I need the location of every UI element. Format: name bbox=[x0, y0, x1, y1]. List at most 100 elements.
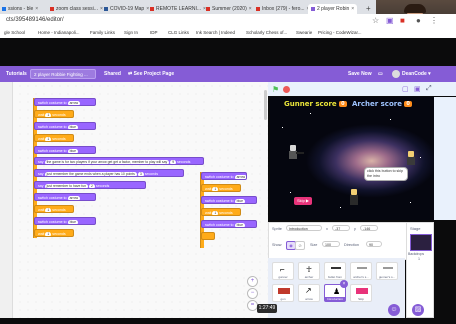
bookmark[interactable]: Family Links bbox=[90, 27, 115, 38]
bookmark[interactable]: Pricing - CodeWizar... bbox=[318, 27, 362, 38]
skip-button[interactable]: Skip ▶ bbox=[294, 197, 312, 205]
profile-icon[interactable]: ● bbox=[416, 15, 421, 26]
sprite-tile[interactable]: gunner's s... bbox=[376, 262, 398, 280]
see-project-page-button[interactable]: ⇄ See Project Page bbox=[128, 66, 174, 82]
y-input[interactable]: -146 bbox=[360, 225, 378, 231]
project-title-input[interactable]: 2 player Robbie Fighting ... bbox=[30, 69, 96, 79]
bookmark[interactable]: Sign In bbox=[124, 27, 138, 38]
sprite-tile[interactable]: ☥ archer bbox=[298, 262, 320, 280]
menu-icon[interactable]: ⋮ bbox=[430, 15, 438, 26]
block-input[interactable]: blue bbox=[67, 219, 78, 224]
size-input[interactable]: 100 bbox=[322, 241, 340, 247]
block-input[interactable]: arrow bbox=[67, 100, 81, 105]
say-block[interactable]: say just remember the game ends when a p… bbox=[34, 169, 184, 177]
code-block[interactable]: switch costume to blue bbox=[201, 220, 257, 228]
new-tab-button[interactable]: + bbox=[366, 4, 371, 14]
block-input[interactable]: 9 bbox=[170, 159, 177, 164]
add-sprite-icon[interactable]: ☺ bbox=[388, 304, 400, 316]
code-block[interactable]: switch costume to blue bbox=[34, 122, 96, 130]
bookmark[interactable]: IDP bbox=[150, 27, 158, 38]
block-input[interactable]: blue bbox=[234, 198, 245, 203]
workspace-scrollbar[interactable] bbox=[264, 90, 267, 120]
block-input[interactable]: the game is for two players if your arro… bbox=[44, 159, 170, 164]
bookmark[interactable]: Ink Search | Indeed bbox=[196, 27, 235, 38]
delete-icon[interactable]: × bbox=[340, 280, 348, 288]
code-block[interactable]: switch costume to arrow bbox=[34, 193, 96, 201]
sprite-tile[interactable]: bullet from bbox=[324, 262, 346, 280]
block-input[interactable]: just remember to have fun bbox=[44, 183, 88, 188]
close-icon[interactable]: × bbox=[249, 6, 252, 12]
code-block[interactable]: wait 1 seconds bbox=[34, 134, 74, 142]
block-input[interactable]: 1 bbox=[212, 210, 219, 215]
save-now-button[interactable]: Save Now bbox=[348, 66, 372, 82]
avatar[interactable] bbox=[392, 70, 400, 78]
green-flag-icon[interactable]: ⚑ bbox=[272, 85, 279, 94]
bookmark[interactable]: Scholarly Chess of... bbox=[246, 27, 287, 38]
tab-1[interactable]: ssions - ble × bbox=[2, 4, 38, 14]
tab-6[interactable]: Inbox (279) - fero...× bbox=[256, 4, 309, 14]
extension-icon[interactable]: ▣ bbox=[386, 15, 394, 26]
zoom-in-button[interactable]: + bbox=[247, 276, 258, 287]
introduction-sprite[interactable] bbox=[348, 189, 360, 211]
folder-icon[interactable]: ▭ bbox=[378, 66, 383, 82]
code-block[interactable]: switch costume to blue bbox=[34, 217, 96, 225]
sprite-tile[interactable]: ⌐ gunner bbox=[272, 262, 294, 280]
code-block[interactable]: wait 1 seconds bbox=[34, 229, 74, 237]
close-icon[interactable]: × bbox=[351, 6, 354, 12]
sprite-tile[interactable]: gun bbox=[272, 284, 294, 302]
tab-5[interactable]: Summer (2020) × bbox=[206, 4, 252, 14]
close-icon[interactable]: × bbox=[100, 6, 103, 12]
block-input[interactable]: 1 bbox=[45, 136, 52, 141]
say-block[interactable]: say the game is for two players if your … bbox=[34, 157, 204, 165]
add-backdrop-icon[interactable]: ▨ bbox=[412, 304, 424, 316]
stage-canvas[interactable]: Gunner score 0 Archer score 0 click this… bbox=[270, 97, 434, 220]
share-button[interactable]: Shared bbox=[104, 66, 121, 82]
tutorials-button[interactable]: Tutorials bbox=[6, 66, 27, 82]
code-block[interactable]: switch costume to blue bbox=[34, 146, 96, 154]
bookmark[interactable]: Home - Indianapoli... bbox=[38, 27, 80, 38]
bookmark[interactable]: CLG Links bbox=[168, 27, 189, 38]
extension-icon[interactable]: ■ bbox=[400, 15, 405, 26]
block-input[interactable]: arrow bbox=[234, 174, 246, 179]
tab-2[interactable]: zoom class sessi... × bbox=[50, 4, 103, 14]
block-input[interactable]: arrow bbox=[67, 195, 81, 200]
code-block[interactable]: wait 1 seconds bbox=[201, 184, 241, 192]
block-input[interactable]: 1 bbox=[45, 112, 52, 117]
url-text[interactable]: cts/395489146/editor/ bbox=[6, 14, 64, 27]
bookmark[interactable]: gle School bbox=[4, 27, 25, 38]
code-block[interactable]: switch costume to arrow bbox=[201, 172, 247, 180]
sprite-tile[interactable]: ↗ arrow bbox=[298, 284, 320, 302]
tab-3[interactable]: COVID-19 Map × bbox=[104, 4, 149, 14]
code-block[interactable]: wait 1 seconds bbox=[34, 205, 74, 213]
stop-icon[interactable] bbox=[283, 86, 290, 93]
block-input[interactable]: 1 bbox=[212, 186, 219, 191]
tab-active[interactable]: 2 player Robin × bbox=[308, 4, 358, 14]
close-icon[interactable]: × bbox=[35, 6, 38, 12]
block-input[interactable]: blue bbox=[67, 124, 78, 129]
block-input[interactable]: 1 bbox=[45, 231, 52, 236]
large-stage-icon[interactable]: ▣ bbox=[414, 85, 421, 93]
code-block[interactable]: switch costume to arrow bbox=[34, 98, 96, 106]
block-input[interactable]: 2 bbox=[88, 183, 95, 188]
x-input[interactable]: -37 bbox=[332, 225, 350, 231]
block-input[interactable]: 3 bbox=[137, 171, 144, 176]
sprite-name-input[interactable]: Introduction bbox=[286, 225, 322, 231]
direction-input[interactable]: 90 bbox=[366, 241, 382, 247]
stack-end[interactable] bbox=[201, 232, 215, 240]
username-menu[interactable]: DeanCode ▾ bbox=[402, 66, 431, 82]
small-stage-icon[interactable]: ▢ bbox=[402, 85, 409, 93]
archer-sprite[interactable] bbox=[406, 151, 416, 167]
block-input[interactable]: 1 bbox=[45, 207, 52, 212]
close-icon[interactable]: × bbox=[146, 6, 149, 12]
block-input[interactable]: just remember the game ends when a playe… bbox=[44, 171, 137, 176]
star-icon[interactable]: ☆ bbox=[372, 15, 379, 26]
fullscreen-icon[interactable]: ⤢ bbox=[426, 85, 432, 93]
say-block[interactable]: say just remember to have fun 2 seconds bbox=[34, 181, 146, 189]
block-input[interactable]: blue bbox=[67, 148, 78, 153]
code-block[interactable]: switch costume to blue bbox=[201, 196, 257, 204]
backdrop-thumbnail[interactable] bbox=[410, 234, 432, 251]
code-block[interactable]: wait 1 seconds bbox=[34, 110, 74, 118]
tab-4[interactable]: REMOTE LEARNI... × bbox=[150, 4, 206, 14]
show-hidden-toggle[interactable]: ⊘ bbox=[295, 241, 305, 250]
zoom-out-button[interactable]: − bbox=[247, 288, 258, 299]
